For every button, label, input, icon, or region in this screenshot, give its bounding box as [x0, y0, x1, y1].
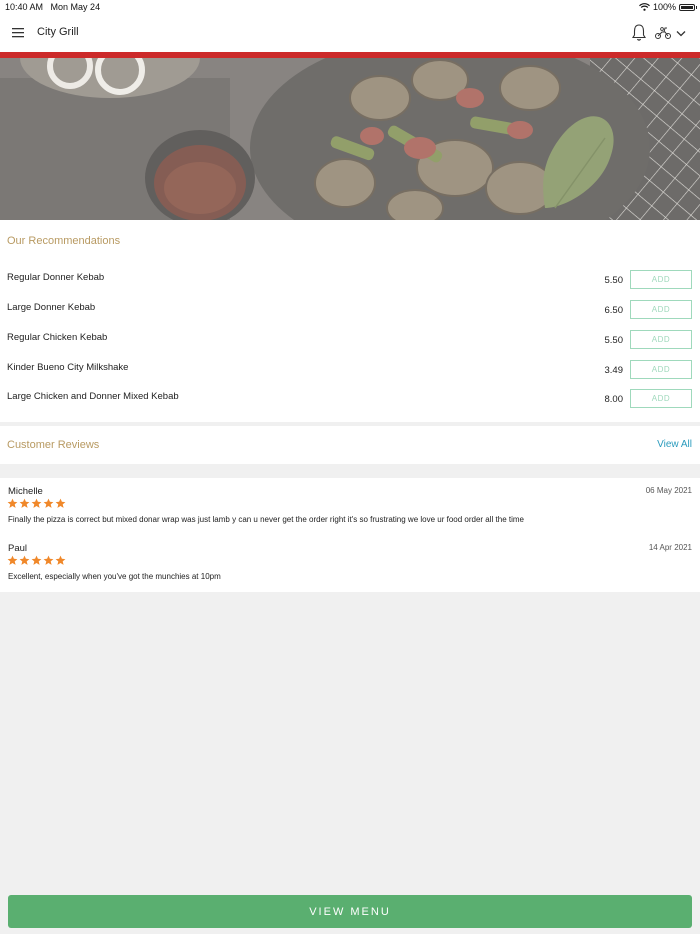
item-price: 5.50: [604, 335, 624, 346]
star-icon: [55, 555, 66, 565]
add-button[interactable]: ADD: [630, 300, 692, 319]
item-name: Large Chicken and Donner Mixed Kebab: [7, 391, 179, 402]
star-icon: [43, 498, 54, 508]
delivery-mode-selector[interactable]: [654, 24, 688, 42]
add-button[interactable]: ADD: [630, 330, 692, 349]
battery-percent: 100%: [652, 2, 676, 12]
battery-icon: [679, 3, 697, 11]
status-bar: 10:40 AM Mon May 24 100%: [0, 0, 700, 14]
add-button[interactable]: ADD: [630, 389, 692, 408]
review-text: Excellent, especially when you've got th…: [8, 572, 221, 581]
recommendations-section: Our Recommendations Regular Donner Kebab…: [0, 220, 700, 422]
recommendations-title: Our Recommendations: [7, 235, 121, 247]
star-icon: [55, 498, 66, 508]
reviewer-name: Paul: [8, 543, 28, 554]
recommendation-item: Large Chicken and Donner Mixed Kebab 8.0…: [0, 389, 700, 411]
hero-food-image: [0, 58, 700, 220]
review-item: Paul 14 Apr 2021 Excellent, especially w…: [0, 543, 700, 593]
star-icon: [7, 498, 18, 508]
status-time: 10:40 AM Mon May 24: [5, 2, 101, 12]
star-icon: [19, 498, 30, 508]
item-price: 6.50: [604, 305, 624, 316]
recommendation-item: Regular Chicken Kebab 5.50 ADD: [0, 330, 700, 352]
star-rating: [7, 555, 66, 566]
item-name: Large Donner Kebab: [7, 302, 96, 313]
recommendation-item: Regular Donner Kebab 5.50 ADD: [0, 270, 700, 292]
bell-icon[interactable]: [630, 23, 648, 43]
star-icon: [31, 555, 42, 565]
recommendation-item: Large Donner Kebab 6.50 ADD: [0, 300, 700, 322]
recommendation-item: Kinder Bueno City Milkshake 3.49 ADD: [0, 360, 700, 382]
view-menu-button[interactable]: VIEW MENU: [8, 895, 692, 928]
chevron-down-icon: [676, 30, 686, 36]
star-icon: [31, 498, 42, 508]
review-text: Finally the pizza is correct but mixed d…: [8, 515, 524, 524]
status-right: 100%: [639, 2, 697, 12]
review-date: 06 May 2021: [645, 486, 692, 495]
app-header: City Grill: [0, 14, 700, 52]
review-item: Michelle 06 May 2021 Finally the pizza i…: [0, 486, 700, 536]
star-icon: [7, 555, 18, 565]
reviews-header: Customer Reviews View All: [0, 426, 700, 464]
star-icon: [43, 555, 54, 565]
item-price: 8.00: [604, 394, 624, 405]
add-button[interactable]: ADD: [630, 360, 692, 379]
star-icon: [19, 555, 30, 565]
add-button[interactable]: ADD: [630, 270, 692, 289]
item-price: 5.50: [604, 275, 624, 286]
item-name: Regular Donner Kebab: [7, 272, 105, 283]
reviews-title: Customer Reviews: [7, 439, 100, 451]
item-name: Regular Chicken Kebab: [7, 332, 108, 343]
scooter-icon: [655, 27, 671, 39]
review-date: 14 Apr 2021: [648, 543, 692, 552]
item-name: Kinder Bueno City Milkshake: [7, 362, 129, 373]
reviews-list: Michelle 06 May 2021 Finally the pizza i…: [0, 478, 700, 592]
wifi-icon: [639, 3, 650, 11]
reviewer-name: Michelle: [8, 486, 43, 497]
hamburger-menu-icon[interactable]: [10, 24, 28, 42]
star-rating: [7, 498, 66, 509]
item-price: 3.49: [604, 365, 624, 376]
view-all-reviews-link[interactable]: View All: [657, 439, 692, 450]
app-title: City Grill: [37, 26, 79, 38]
